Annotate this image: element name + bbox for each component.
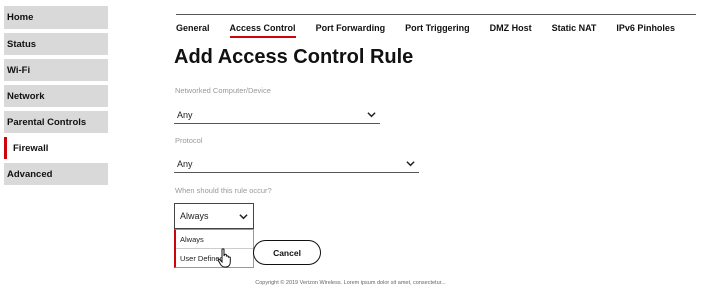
computer-device-select[interactable]: Any xyxy=(174,106,380,124)
schedule-value: Always xyxy=(180,211,209,221)
protocol-label: Protocol xyxy=(175,136,203,145)
tab-ipv6-pinholes[interactable]: IPv6 Pinholes xyxy=(616,21,675,33)
schedule-select[interactable]: Always xyxy=(174,203,254,229)
sidebar-item-status[interactable]: Status xyxy=(4,33,108,55)
sidebar-item-label: Advanced xyxy=(7,168,53,180)
sidebar-item-label: Home xyxy=(7,12,34,23)
cancel-button[interactable]: Cancel xyxy=(253,240,321,265)
sidebar-item-wifi[interactable]: Wi-Fi xyxy=(4,59,108,81)
sidebar-item-label: Network xyxy=(7,90,45,102)
hand-cursor-icon xyxy=(217,248,231,268)
chevron-down-icon xyxy=(406,161,415,167)
chevron-down-icon xyxy=(239,213,248,219)
sidebar-item-label: Wi-Fi xyxy=(7,64,31,76)
tab-port-triggering[interactable]: Port Triggering xyxy=(405,21,470,33)
protocol-value: Any xyxy=(177,158,193,169)
tab-port-forwarding[interactable]: Port Forwarding xyxy=(316,21,386,33)
sidebar-item-parental-controls[interactable]: Parental Controls xyxy=(4,111,108,133)
option-always[interactable]: Always xyxy=(176,230,253,248)
tab-access-control[interactable]: Access Control xyxy=(229,21,296,38)
sidebar-item-advanced[interactable]: Advanced xyxy=(4,163,108,185)
tab-static-nat[interactable]: Static NAT xyxy=(552,21,597,33)
chevron-down-icon xyxy=(367,112,376,118)
sidebar-item-firewall[interactable]: Firewall xyxy=(4,137,108,159)
sidebar-item-home[interactable]: Home xyxy=(4,6,108,29)
sidebar-item-label: Firewall xyxy=(13,142,49,154)
tab-dmz-host[interactable]: DMZ Host xyxy=(490,21,532,33)
footer-copyright: Copyright © 2019 Verizon Wireless. Lorem… xyxy=(255,280,446,286)
page-title: Add Access Control Rule xyxy=(174,46,414,68)
schedule-options-menu: Always User Defined xyxy=(174,229,254,268)
sidebar-item-label: Status xyxy=(7,38,37,50)
firewall-tabs: General Access Control Port Forwarding P… xyxy=(176,14,696,39)
option-user-defined[interactable]: User Defined xyxy=(176,248,253,267)
sidebar: Home Status Wi-Fi Network Parental Contr… xyxy=(4,6,108,189)
protocol-select[interactable]: Any xyxy=(174,155,419,173)
schedule-label: When should this rule occur? xyxy=(175,186,272,195)
sidebar-item-network[interactable]: Network xyxy=(4,85,108,107)
tab-general[interactable]: General xyxy=(176,21,210,33)
computer-device-value: Any xyxy=(177,109,193,120)
sidebar-item-label: Parental Controls xyxy=(7,116,87,128)
computer-device-label: Networked Computer/Device xyxy=(175,86,271,95)
